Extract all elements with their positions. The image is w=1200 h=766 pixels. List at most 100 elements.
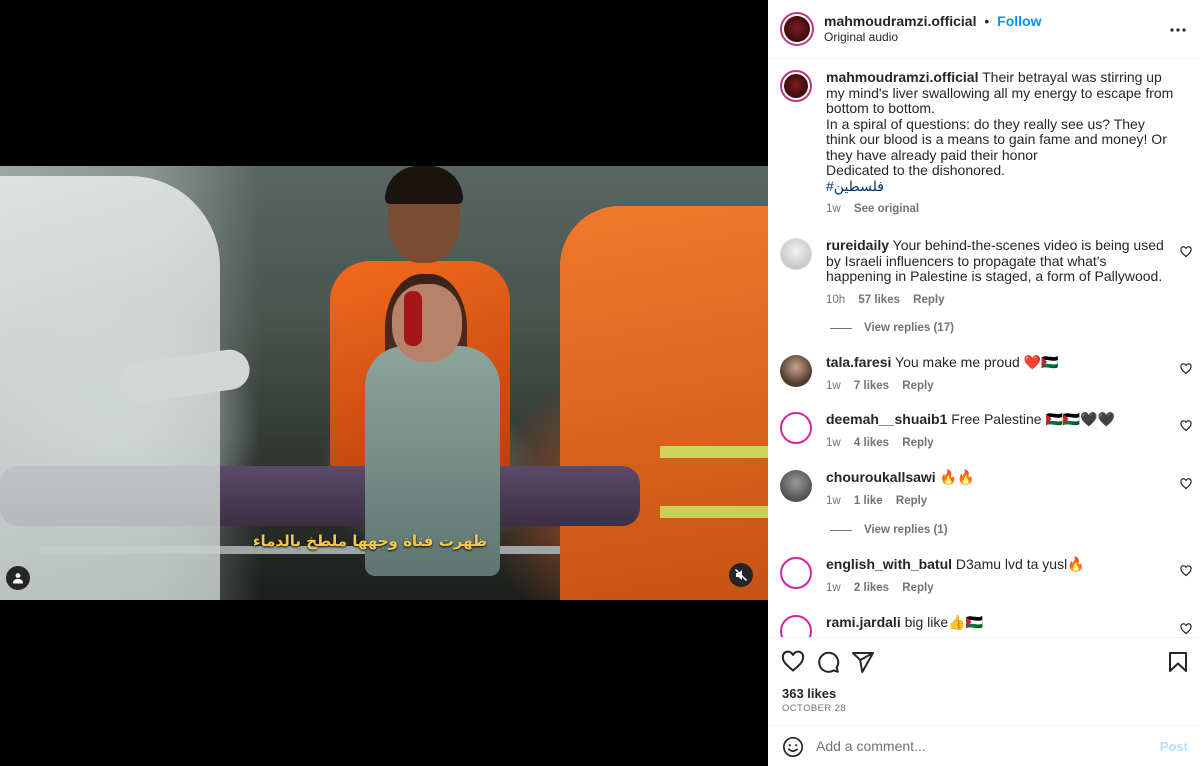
comment-text: big like👍🇵🇸 (904, 614, 984, 630)
commenter-username[interactable]: rami.jardali (826, 614, 901, 630)
reply-button[interactable]: Reply (913, 294, 944, 306)
comment-input[interactable] (816, 734, 1146, 758)
reply-button[interactable]: Reply (902, 437, 933, 449)
post-actions: 363 likes OCTOBER 28 (768, 637, 1200, 725)
comment-time[interactable]: 1w (826, 437, 841, 449)
commenter-avatar[interactable] (780, 470, 812, 502)
see-original-button[interactable]: See original (854, 203, 919, 215)
mute-toggle-button[interactable] (729, 563, 753, 587)
save-bookmark-icon[interactable] (1166, 650, 1190, 674)
post-date[interactable]: OCTOBER 28 (782, 703, 846, 714)
video-scene-reflective-stripe (660, 446, 768, 458)
tagged-users-button[interactable] (6, 566, 30, 590)
like-comment-heart-icon[interactable] (1180, 420, 1192, 432)
comment-body: rureidaily Your behind-the-scenes video … (826, 237, 1174, 309)
post-comment-button[interactable]: Post (1160, 739, 1188, 754)
share-paper-plane-icon[interactable] (851, 650, 875, 674)
commenter-username[interactable]: deemah__shuaib1 (826, 411, 947, 427)
like-comment-heart-icon[interactable] (1180, 246, 1192, 258)
comment-body: rami.jardali big like👍🇵🇸 (826, 614, 1174, 631)
comment-meta: 1w 4 likes Reply (826, 436, 1174, 452)
comment-meta: 1w 1 like Reply (826, 494, 1174, 510)
caption-username[interactable]: mahmoudramzi.official (826, 69, 978, 85)
commenter-avatar[interactable] (780, 557, 812, 589)
comment-body: tala.faresi You make me proud ❤️🇵🇸 1w 7 … (826, 354, 1174, 394)
likes-count[interactable]: 363 likes (782, 686, 836, 701)
reply-button[interactable]: Reply (902, 380, 933, 392)
commenter-username[interactable]: english_with_batul (826, 556, 952, 572)
comments-list[interactable]: mahmoudramzi.official Their betrayal was… (768, 60, 1200, 637)
comment-item: tala.faresi You make me proud ❤️🇵🇸 1w 7 … (780, 354, 1192, 394)
comment-text: D3amu lvd ta yusl🔥 (955, 556, 1085, 572)
view-replies-label: View replies (17) (864, 322, 954, 334)
reply-button[interactable]: Reply (902, 582, 933, 594)
comment-likes[interactable]: 4 likes (854, 437, 889, 449)
media-pane: ظهرت فتاة وجهها ملطخ بالدماء (0, 0, 768, 766)
video-scene-blood (404, 291, 422, 346)
comment-meta: 10h 57 likes Reply (826, 293, 1174, 309)
caption-hashtag[interactable]: #فلسطين (826, 178, 884, 194)
comment-item: deemah__shuaib1 Free Palestine 🇵🇸🇵🇸🖤🖤 1w… (780, 411, 1192, 452)
video-scene-paramedic-hair (385, 166, 463, 204)
comment-likes[interactable]: 57 likes (858, 294, 900, 306)
caption: mahmoudramzi.official Their betrayal was… (780, 69, 1192, 218)
reel-video[interactable]: ظهرت فتاة وجهها ملطخ بالدماء (0, 166, 768, 600)
like-comment-heart-icon[interactable] (1180, 565, 1192, 577)
more-options-button[interactable] (1170, 18, 1186, 34)
comment-composer: Post (768, 725, 1200, 766)
author-info: mahmoudramzi.official • Follow Original … (824, 13, 1041, 45)
caption-text-2: In a spiral of questions: do they really… (826, 115, 1167, 163)
view-replies-button[interactable]: View replies (17) (830, 322, 954, 334)
commenter-avatar[interactable] (780, 412, 812, 444)
view-replies-button[interactable]: View replies (1) (830, 524, 948, 536)
follow-button[interactable]: Follow (997, 13, 1041, 29)
author-username[interactable]: mahmoudramzi.official (824, 13, 976, 29)
comment-likes[interactable]: 7 likes (854, 380, 889, 392)
author-avatar[interactable] (780, 12, 814, 46)
caption-time[interactable]: 1w (826, 203, 841, 215)
comment-time[interactable]: 1w (826, 380, 841, 392)
like-comment-heart-icon[interactable] (1180, 478, 1192, 490)
caption-body: mahmoudramzi.official Their betrayal was… (826, 69, 1174, 218)
comment-meta: 1w 2 likes Reply (826, 581, 1174, 597)
emoji-smiley-icon[interactable] (782, 736, 804, 758)
comment-text: 🔥🔥 (939, 469, 975, 485)
caption-avatar[interactable] (780, 70, 812, 102)
caption-text-3: Dedicated to the dishonored. (826, 162, 1006, 178)
commenter-avatar[interactable] (780, 615, 812, 637)
speaker-muted-icon (734, 568, 748, 582)
commenter-username[interactable]: tala.faresi (826, 354, 891, 370)
like-comment-heart-icon[interactable] (1180, 363, 1192, 375)
comment-item: english_with_batul D3amu lvd ta yusl🔥 1w… (780, 556, 1192, 597)
replies-divider (830, 327, 852, 329)
comment-item: rureidaily Your behind-the-scenes video … (780, 237, 1192, 309)
comment-likes[interactable]: 1 like (854, 495, 883, 507)
commenter-avatar[interactable] (780, 238, 812, 270)
like-comment-heart-icon[interactable] (1180, 623, 1192, 635)
comment-time[interactable]: 1w (826, 582, 841, 594)
comment-item: chouroukallsawi 🔥🔥 1w 1 like Reply (780, 469, 1192, 510)
like-heart-icon[interactable] (781, 650, 805, 674)
view-replies-label: View replies (1) (864, 524, 948, 536)
comment-time[interactable]: 1w (826, 495, 841, 507)
comment-body: chouroukallsawi 🔥🔥 1w 1 like Reply (826, 469, 1174, 510)
comment-text: You make me proud ❤️🇵🇸 (895, 354, 1059, 370)
caption-avatar-image (784, 74, 808, 98)
commenter-username[interactable]: rureidaily (826, 237, 889, 253)
comment-time[interactable]: 10h (826, 294, 845, 306)
video-scene-girl-face (392, 284, 462, 362)
post-side-panel: mahmoudramzi.official • Follow Original … (768, 0, 1200, 766)
comment-body: english_with_batul D3amu lvd ta yusl🔥 1w… (826, 556, 1174, 597)
video-scene-paramedic-right (560, 206, 768, 600)
post-header: mahmoudramzi.official • Follow Original … (768, 0, 1200, 59)
video-subtitle: ظهرت فتاة وجهها ملطخ بالدماء (252, 532, 488, 550)
author-avatar-image (784, 16, 810, 42)
separator-dot: • (984, 13, 990, 29)
commenter-username[interactable]: chouroukallsawi (826, 469, 936, 485)
caption-meta: 1w See original (826, 202, 1174, 218)
commenter-avatar[interactable] (780, 355, 812, 387)
audio-label[interactable]: Original audio (824, 29, 1041, 45)
reply-button[interactable]: Reply (896, 495, 927, 507)
comment-bubble-icon[interactable] (816, 650, 840, 674)
comment-likes[interactable]: 2 likes (854, 582, 889, 594)
